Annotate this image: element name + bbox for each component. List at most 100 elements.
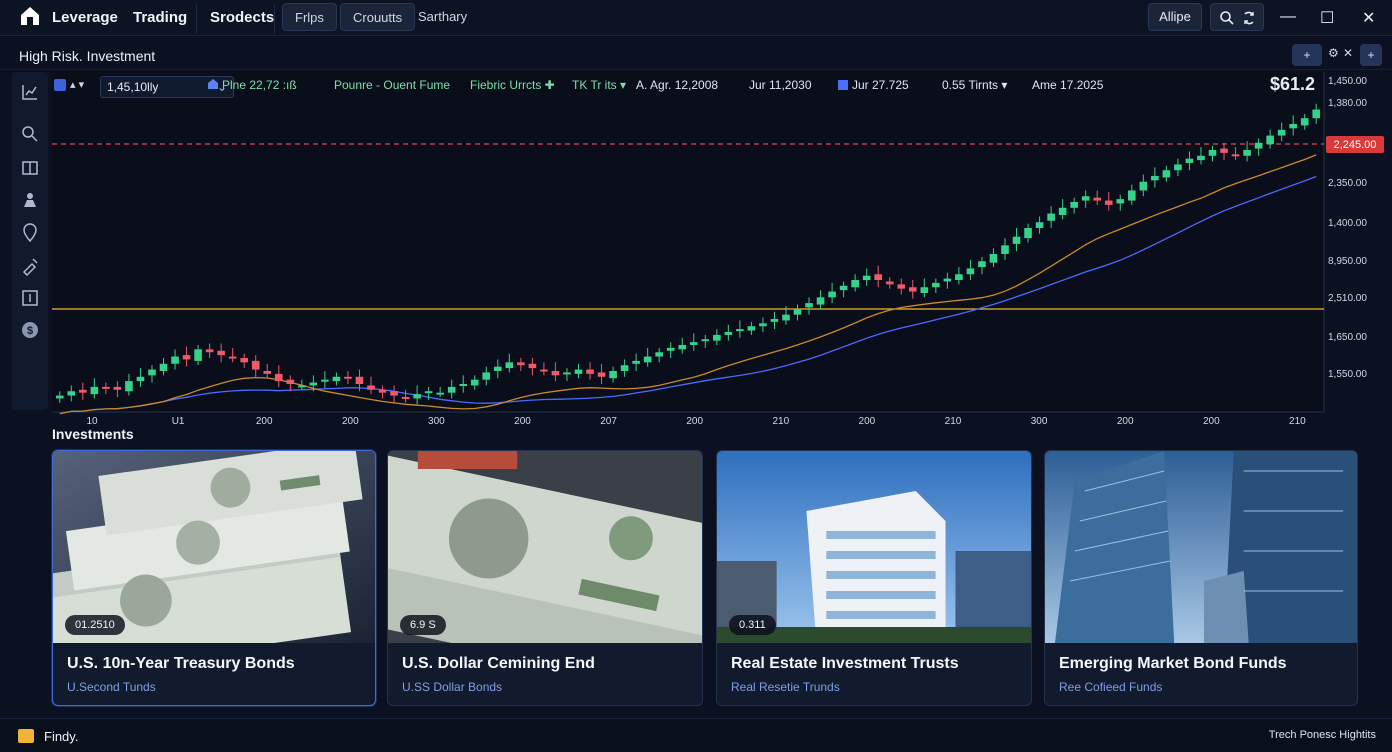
candle-body: [955, 274, 963, 280]
candle-body: [1185, 158, 1194, 163]
y-tick-label: 1,450.00: [1328, 76, 1367, 87]
add-icon-button[interactable]: +: [1360, 44, 1382, 66]
investment-card[interactable]: 6.9 S U.S. Dollar Cemining End U.SS Doll…: [387, 450, 703, 706]
candle-body: [574, 369, 583, 374]
current-price-label: 2,245.00: [1334, 139, 1377, 151]
investment-card[interactable]: 01.2510 U.S. 10n-Year Treasury Bonds U.S…: [52, 450, 376, 706]
candle-body: [517, 362, 525, 366]
chart-icon[interactable]: [20, 82, 40, 102]
panel-icon[interactable]: [20, 288, 40, 308]
nav-pill-crouutts[interactable]: Crouutts: [340, 3, 416, 31]
person-icon[interactable]: [20, 190, 40, 210]
candle-body: [332, 376, 341, 382]
user-menu-button[interactable]: Allipe: [1148, 3, 1202, 31]
location-icon[interactable]: [20, 223, 40, 243]
candle-body: [1277, 129, 1286, 136]
candle-body: [67, 391, 76, 396]
card-subtitle[interactable]: U.SS Dollar Bonds: [402, 680, 502, 694]
maximize-icon[interactable]: ☐: [1320, 8, 1338, 27]
brand-label[interactable]: Leverage: [52, 9, 118, 26]
toolbar-date-3[interactable]: Jur 27.725: [852, 78, 909, 92]
candle-body: [55, 395, 64, 399]
home-icon[interactable]: [18, 4, 42, 28]
candle-body: [1116, 199, 1125, 204]
candle-body: [263, 371, 272, 374]
search-icon[interactable]: [20, 124, 40, 144]
dollar-icon[interactable]: $: [20, 320, 40, 340]
toolbar-date-4[interactable]: Ame 17.2025: [1032, 78, 1103, 92]
y-tick-label: 1,650.00: [1328, 332, 1367, 343]
x-tick-label: 210: [772, 416, 789, 427]
candle-body: [1035, 222, 1044, 228]
triangle-icon[interactable]: ▴ ▾: [70, 78, 84, 91]
candle-body: [736, 329, 744, 332]
folder-icon: [18, 729, 34, 743]
candle-body: [125, 381, 133, 392]
gear-icon[interactable]: ⚙: [1328, 46, 1339, 60]
candle-body: [989, 254, 998, 263]
x-tick-label: U1: [172, 416, 185, 427]
sign-icon[interactable]: [20, 256, 40, 276]
toolbar-fabric-units[interactable]: Fiebric Urrcts ✚: [470, 78, 555, 92]
toolbar-interval[interactable]: 0.55 Tirnts ▾: [942, 78, 1007, 92]
candle-body: [666, 347, 675, 351]
close-icon[interactable]: ✕: [1362, 8, 1380, 27]
nav-pill-frlps[interactable]: Frlps: [282, 3, 337, 31]
toolbar-tk-tr-its[interactable]: TK Tr its ▾: [572, 78, 626, 92]
symbol-flag-icon[interactable]: [54, 79, 66, 91]
candle-body: [1231, 154, 1240, 157]
candle-body: [1104, 200, 1113, 205]
candle-body: [413, 394, 421, 399]
chart-tools-sidebar: $: [12, 72, 48, 410]
y-tick-label: 8,950.00: [1328, 256, 1367, 267]
candle-body: [643, 356, 652, 363]
candle-body: [1220, 148, 1228, 153]
candle-body: [459, 384, 468, 386]
card-subtitle[interactable]: U.Second Tunds: [67, 680, 156, 694]
candle-body: [897, 284, 906, 289]
nav-products[interactable]: Srodects: [210, 9, 274, 26]
candle-body: [551, 371, 560, 376]
nav-sarthary[interactable]: Sarthary: [418, 3, 467, 31]
minimize-icon[interactable]: —: [1280, 8, 1298, 26]
x-tick-label: 200: [514, 416, 531, 427]
candle-body: [597, 372, 606, 377]
x-tick-label: 200: [859, 416, 876, 427]
candle-body: [540, 369, 548, 372]
candle-body: [966, 268, 975, 275]
candle-body: [1197, 155, 1205, 161]
candle-body: [447, 386, 456, 393]
candle-body: [920, 287, 929, 293]
candle-body: [1070, 202, 1078, 208]
candle-body: [298, 385, 306, 388]
add-panel-button[interactable]: +: [1292, 44, 1322, 66]
candle-body: [493, 366, 502, 371]
candle-body: [1012, 236, 1021, 244]
nav-divider: [274, 4, 275, 34]
search-icon[interactable]: [1219, 10, 1235, 26]
candle-body: [309, 382, 318, 386]
candle-body: [885, 281, 894, 285]
book-icon[interactable]: [20, 158, 40, 178]
candle-body: [113, 386, 122, 390]
close-panel-icon[interactable]: ✕: [1343, 46, 1353, 60]
x-tick-label: 200: [686, 416, 703, 427]
investment-card[interactable]: Emerging Market Bond Funds Ree Cofieed F…: [1044, 450, 1358, 706]
toolbar-source[interactable]: Pounre - Ouent Fume: [334, 78, 450, 92]
toolbar-date-2[interactable]: Jur 11,2030: [749, 78, 812, 92]
candle-body: [1312, 109, 1321, 119]
toolbar-price[interactable]: Plne 22,72 :ıß: [222, 78, 297, 92]
card-subtitle[interactable]: Ree Cofieed Funds: [1059, 680, 1162, 694]
investment-card[interactable]: 0.311 Real Estate Investment Trusts Real…: [716, 450, 1032, 706]
candle-body: [586, 369, 594, 374]
nav-trading[interactable]: Trading: [133, 9, 187, 26]
settings-icon[interactable]: [1241, 10, 1257, 26]
toolbar-date-1[interactable]: A. Agr. 12,2008: [636, 78, 718, 92]
card-subtitle[interactable]: Real Resetie Trunds: [731, 680, 840, 694]
price-chart-panel: 10 U1 200 200 300 200 207 200 210 200 210 300 200 200…: [52, 72, 1392, 430]
card-title: U.S. 10n-Year Treasury Bonds: [67, 655, 295, 672]
candlestick-chart[interactable]: 10 U1 200 200 300 200 207 200 210 200 210 300 200 200…: [52, 72, 1392, 430]
nav-divider: [196, 4, 197, 34]
footer-status[interactable]: Trech Ponesc Hightits: [1269, 729, 1376, 741]
symbol-value: 1,45,10lly: [107, 80, 159, 94]
